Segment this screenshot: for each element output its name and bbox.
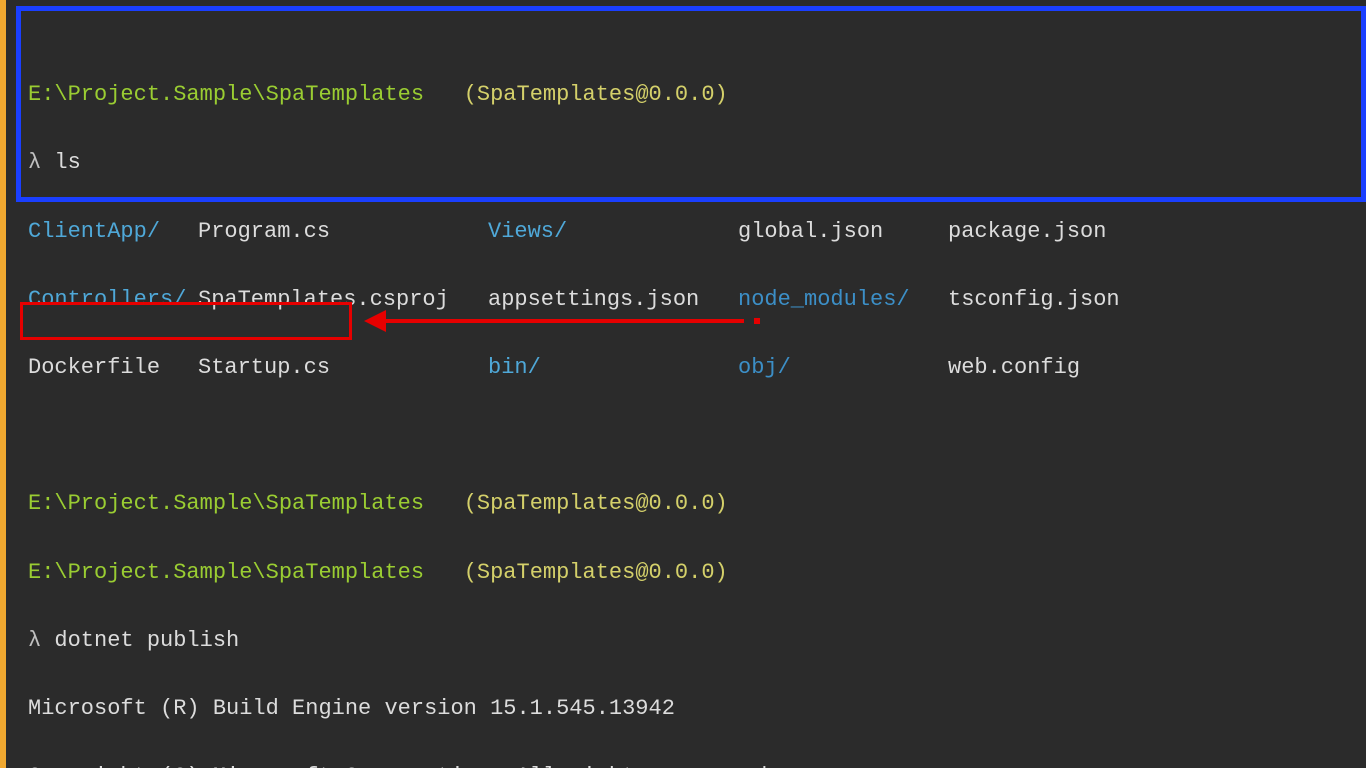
output-line: Microsoft (R) Build Engine version 15.1.… — [28, 692, 1352, 726]
prompt-line-1: E:\Project.Sample\SpaTemplates (SpaTempl… — [28, 78, 1352, 112]
git-branch: (SpaTemplates@0.0.0) — [464, 491, 728, 516]
ls-entry-dir: obj/ — [738, 351, 948, 385]
command-text: ls — [54, 150, 80, 175]
ls-entry-file: Program.cs — [198, 215, 488, 249]
ls-entry-file: SpaTemplates.csproj — [198, 283, 488, 317]
ls-entry-dir: Controllers/ — [28, 283, 198, 317]
ls-row: ClientApp/Program.csViews/global.jsonpac… — [28, 215, 1352, 249]
prompt-line-2: E:\Project.Sample\SpaTemplates (SpaTempl… — [28, 487, 1352, 521]
ls-entry-dir: ClientApp/ — [28, 215, 198, 249]
ls-entry-file: appsettings.json — [488, 283, 738, 317]
ls-entry-file: Startup.cs — [198, 351, 488, 385]
ls-entry-file: tsconfig.json — [948, 287, 1120, 312]
ls-entry-dir: node_modules/ — [738, 283, 948, 317]
command-text: dotnet publish — [54, 628, 239, 653]
command-line-ls: λ ls — [28, 146, 1352, 180]
terminal-window: E:\Project.Sample\SpaTemplates (SpaTempl… — [0, 0, 1366, 768]
ls-entry-file: web.config — [948, 355, 1080, 380]
ls-entry-file: Dockerfile — [28, 351, 198, 385]
output-line: Copyright (C) Microsoft Corporation. All… — [28, 760, 1352, 768]
ls-entry-file: global.json — [738, 215, 948, 249]
ls-entry-file: package.json — [948, 219, 1106, 244]
git-branch: (SpaTemplates@0.0.0) — [464, 560, 728, 585]
ls-entry-dir: bin/ — [488, 351, 738, 385]
ls-entry-dir: Views/ — [488, 215, 738, 249]
blank-line — [28, 419, 1352, 453]
cwd-path: E:\Project.Sample\SpaTemplates — [28, 491, 424, 516]
prompt-symbol: λ — [28, 628, 41, 653]
prompt-line-3: E:\Project.Sample\SpaTemplates (SpaTempl… — [28, 556, 1352, 590]
git-branch: (SpaTemplates@0.0.0) — [464, 82, 728, 107]
ls-row: Controllers/SpaTemplates.csprojappsettin… — [28, 283, 1352, 317]
prompt-symbol: λ — [28, 150, 41, 175]
ls-row: DockerfileStartup.csbin/obj/web.config — [28, 351, 1352, 385]
terminal-viewport[interactable]: E:\Project.Sample\SpaTemplates (SpaTempl… — [12, 0, 1366, 768]
cwd-path: E:\Project.Sample\SpaTemplates — [28, 82, 424, 107]
cwd-path: E:\Project.Sample\SpaTemplates — [28, 560, 424, 585]
command-line-publish: λ dotnet publish — [28, 624, 1352, 658]
